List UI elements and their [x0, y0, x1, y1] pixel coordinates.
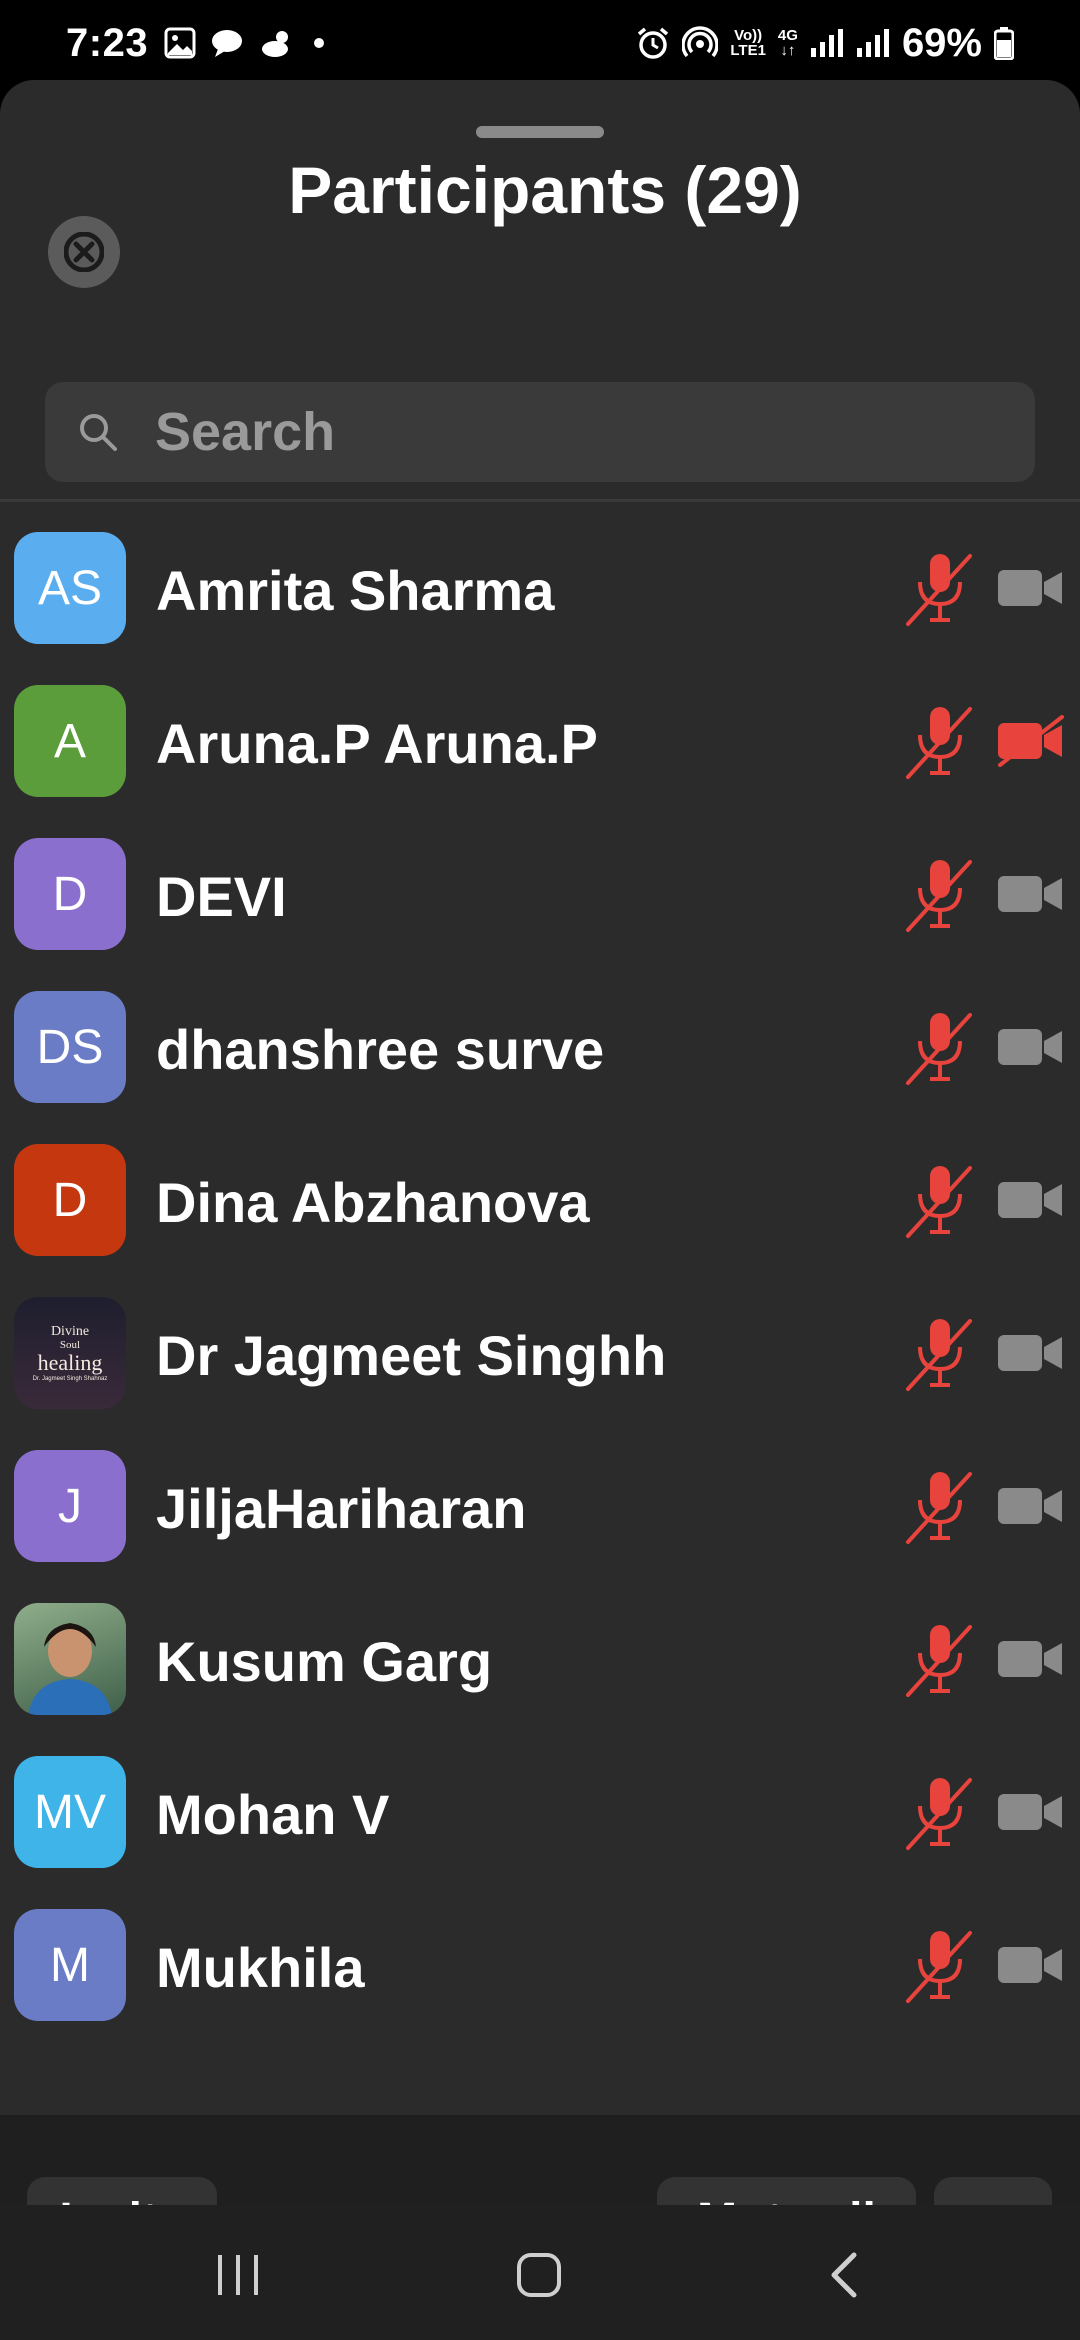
- avatar-initials: DS: [36, 1020, 104, 1074]
- mic-muted-icon[interactable]: [904, 701, 976, 781]
- video-camera-icon[interactable]: [996, 1327, 1066, 1379]
- participant-row[interactable]: AS Amrita Sharma: [0, 514, 1080, 667]
- participant-row[interactable]: DS dhanshree surve: [0, 973, 1080, 1126]
- video-camera-icon[interactable]: [996, 1480, 1066, 1532]
- mic-muted-icon[interactable]: [904, 1160, 976, 1240]
- participant-row[interactable]: J JiljaHariharan: [0, 1432, 1080, 1585]
- video-camera-icon[interactable]: [996, 562, 1066, 614]
- participant-row[interactable]: M Mukhila: [0, 1891, 1080, 2044]
- recent-apps-icon[interactable]: [214, 2253, 262, 2297]
- page-title: Participants (29): [288, 153, 802, 227]
- volte-indicator: Vo)) LTE1: [730, 27, 766, 59]
- participant-name: Kusum Garg: [156, 1630, 493, 1693]
- participant-row[interactable]: Divine Soul healing Dr. Jagmeet Singh Shahn…: [0, 1279, 1080, 1432]
- participant-row[interactable]: D Dina Abzhanova: [0, 1126, 1080, 1279]
- avatar-initials: D: [52, 867, 88, 921]
- signal-icon: [810, 29, 843, 57]
- avatar: AS: [14, 532, 126, 644]
- participant-name: Mohan V: [156, 1783, 390, 1846]
- participant-name: Aruna.P Aruna.P: [156, 712, 598, 775]
- participant-name: Amrita Sharma: [156, 559, 555, 622]
- status-right: Vo)) LTE1 4G ↓↑ 69%: [636, 21, 1014, 66]
- participants-sheet: Participants (29) Search AS Amrita Sharma…: [0, 80, 1080, 2205]
- video-camera-icon[interactable]: [996, 868, 1066, 920]
- weather-icon: [262, 31, 289, 57]
- avatar-photo: [28, 1623, 112, 1715]
- avatar-logo-text: Dr. Jagmeet Singh Shahnaz: [32, 1375, 108, 1382]
- avatar-initials: D: [52, 1173, 88, 1227]
- mic-muted-icon[interactable]: [904, 1925, 976, 2005]
- mic-muted-icon[interactable]: [904, 1466, 976, 1546]
- participant-row[interactable]: Kusum Garg: [0, 1585, 1080, 1738]
- video-camera-icon[interactable]: [996, 1633, 1066, 1685]
- alarm-icon: [638, 27, 669, 59]
- participant-row[interactable]: A Aruna.P Aruna.P: [0, 667, 1080, 820]
- mic-muted-icon[interactable]: [904, 1007, 976, 1087]
- avatar: J: [14, 1450, 126, 1562]
- signal-icon-2: [856, 29, 889, 57]
- participant-name: dhanshree surve: [156, 1018, 605, 1081]
- participant-name: DEVI: [156, 865, 287, 928]
- data-indicator: 4G ↓↑: [777, 27, 798, 59]
- hotspot-icon: [682, 26, 719, 58]
- avatar-logo-text: Divine: [50, 1323, 90, 1339]
- avatar-initials: J: [58, 1479, 82, 1533]
- participant-list: AS Amrita Sharma A Aruna.P Aruna.P D DEVI DS dh…: [0, 514, 1080, 2044]
- search-placeholder: Search: [155, 402, 336, 462]
- participant-name: Dr Jagmeet Singhh: [156, 1324, 667, 1387]
- avatar-initials: AS: [37, 561, 103, 615]
- avatar: D: [14, 838, 126, 950]
- video-camera-icon[interactable]: [996, 1786, 1066, 1838]
- back-icon[interactable]: [826, 2251, 860, 2299]
- home-icon[interactable]: [515, 2251, 563, 2299]
- more-options-button[interactable]: [934, 2177, 1052, 2205]
- mute-all-button[interactable]: Mute all: [657, 2177, 916, 2205]
- gallery-icon: [164, 27, 196, 59]
- battery-icon: [994, 27, 1014, 60]
- avatar-initials: MV: [34, 1785, 106, 1839]
- footer-bar: Invite Mute all: [0, 2115, 1080, 2205]
- avatar: DS: [14, 991, 126, 1103]
- avatar: D: [14, 1144, 126, 1256]
- invite-button[interactable]: Invite: [27, 2177, 217, 2205]
- mic-muted-icon[interactable]: [904, 1619, 976, 1699]
- avatar-logo-text: healing: [37, 1350, 103, 1376]
- video-camera-icon[interactable]: [996, 1939, 1066, 1991]
- status-time: 7:23: [66, 20, 149, 65]
- avatar: M: [14, 1909, 126, 2021]
- mic-muted-icon[interactable]: [904, 1313, 976, 1393]
- drag-handle[interactable]: [476, 126, 604, 138]
- mic-muted-icon[interactable]: [904, 548, 976, 628]
- video-camera-icon[interactable]: [996, 715, 1066, 767]
- close-icon: [64, 232, 104, 272]
- participant-row[interactable]: D DEVI: [0, 820, 1080, 973]
- avatar-initials: A: [53, 714, 86, 768]
- avatar-initials: M: [50, 1938, 90, 1992]
- participant-name: Dina Abzhanova: [156, 1171, 590, 1234]
- video-camera-icon[interactable]: [996, 1021, 1066, 1073]
- avatar: Divine Soul healing Dr. Jagmeet Singh Shahn…: [14, 1297, 126, 1409]
- system-nav-bar: [0, 2205, 1080, 2340]
- close-button[interactable]: [48, 216, 120, 288]
- avatar: MV: [14, 1756, 126, 1868]
- status-notification-icons: [164, 27, 326, 59]
- battery-percent: 69%: [901, 20, 982, 65]
- avatar: A: [14, 685, 126, 797]
- mic-muted-icon[interactable]: [904, 1772, 976, 1852]
- video-camera-icon[interactable]: [996, 1174, 1066, 1226]
- chat-bubble-icon: [212, 30, 243, 57]
- avatar: [14, 1603, 126, 1715]
- participant-row[interactable]: MV Mohan V: [0, 1738, 1080, 1891]
- dot-icon: [314, 38, 325, 48]
- status-bar: 7:23 Vo)) LTE1 4G ↓↑ 69%: [0, 0, 1080, 86]
- participant-name: JiljaHariharan: [156, 1477, 527, 1540]
- participant-name: Mukhila: [156, 1936, 365, 1999]
- mic-muted-icon[interactable]: [904, 854, 976, 934]
- search-icon: [80, 414, 117, 451]
- divider: [0, 499, 1080, 502]
- search-input[interactable]: Search: [45, 382, 1035, 482]
